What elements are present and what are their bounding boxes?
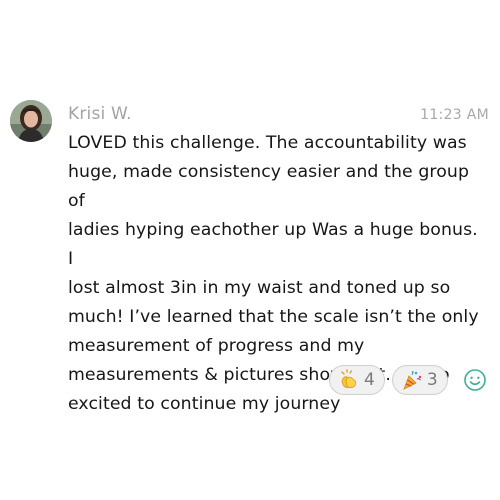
add-reaction-button[interactable]	[460, 365, 490, 395]
avatar[interactable]	[10, 100, 52, 142]
reaction-clap[interactable]: 4	[329, 365, 385, 395]
party-popper-icon	[401, 369, 423, 391]
message-timestamp: 11:23 AM	[420, 107, 489, 123]
chat-message: Krisi W. 11:23 AM LOVED this challenge. …	[0, 0, 500, 500]
user-photo-avatar	[10, 100, 52, 142]
clapping-hands-icon	[338, 369, 360, 391]
message-author[interactable]: Krisi W.	[68, 104, 132, 124]
smiley-face-icon	[463, 369, 486, 391]
reaction-count: 4	[364, 370, 375, 390]
reaction-bar: 4 3	[329, 365, 490, 395]
reaction-count: 3	[426, 370, 438, 390]
reaction-party[interactable]: 3	[391, 365, 448, 395]
